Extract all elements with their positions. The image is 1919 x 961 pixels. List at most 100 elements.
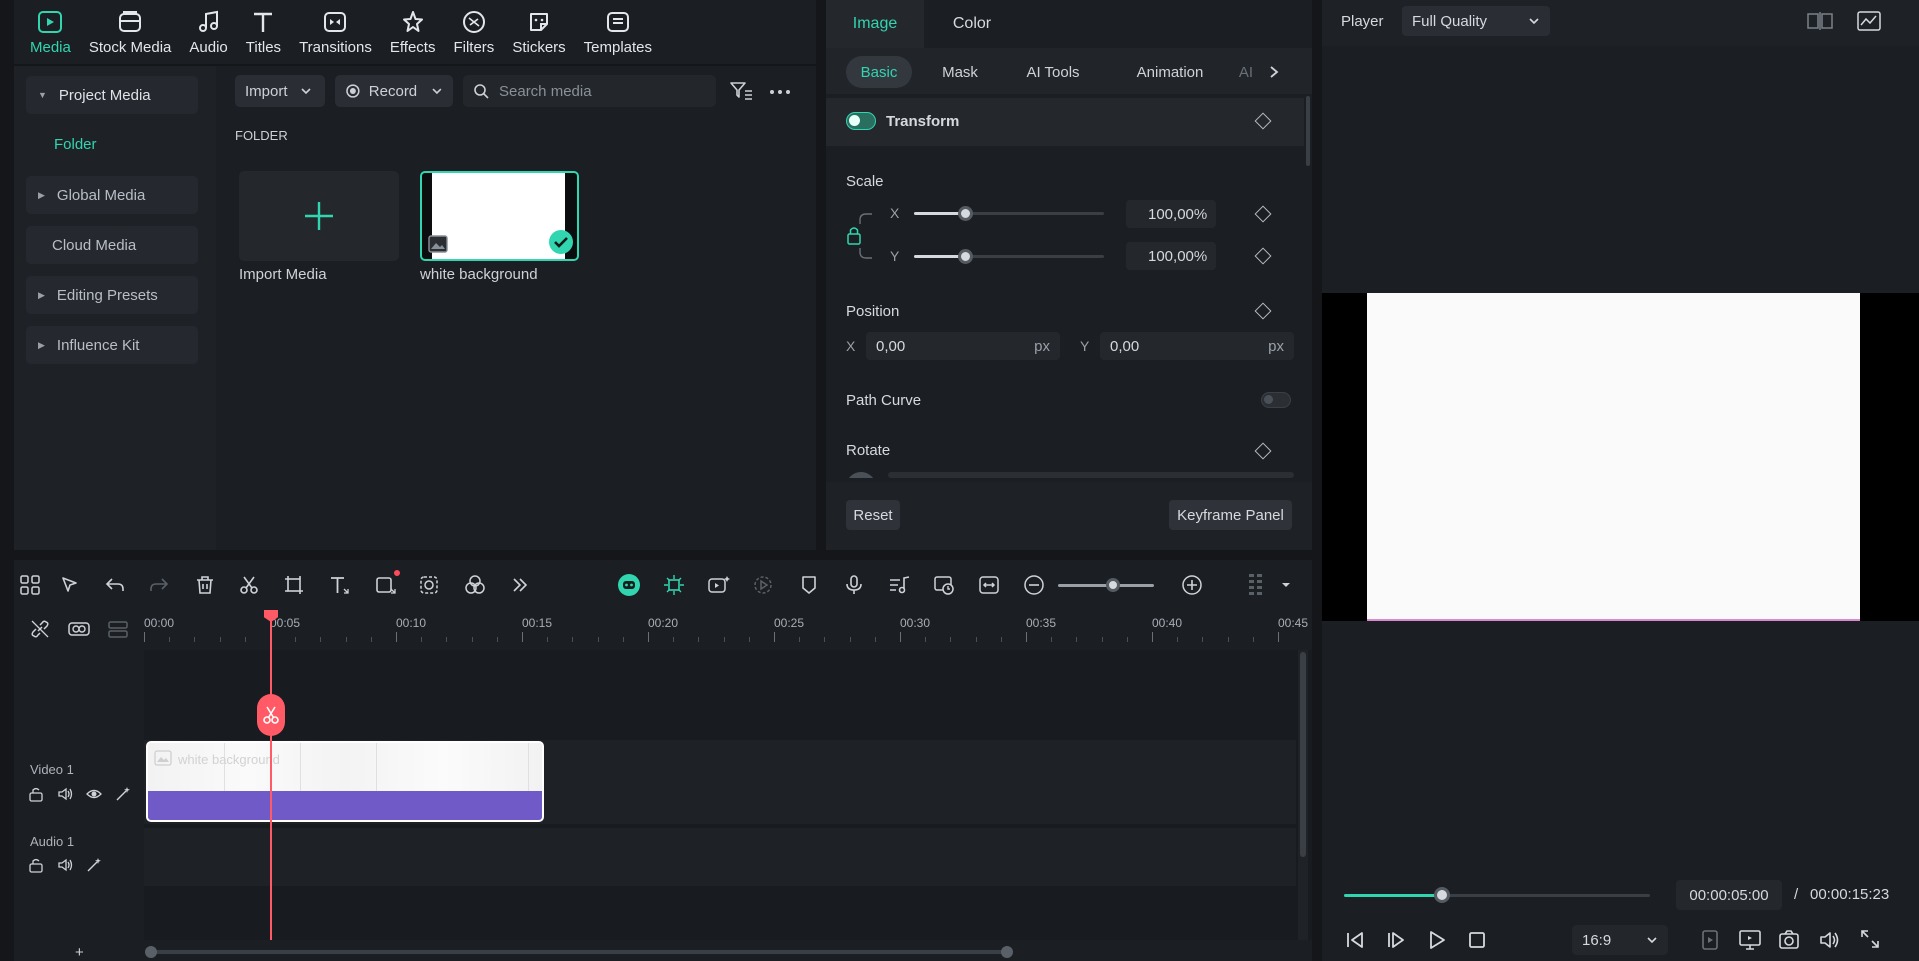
- sidebar-item-influence-kit[interactable]: ▶ Influence Kit: [26, 326, 198, 364]
- hscroll-right-handle[interactable]: [1001, 946, 1013, 958]
- delete-icon[interactable]: [192, 572, 218, 598]
- keyframe-diamond-icon[interactable]: [1254, 302, 1272, 320]
- redo-icon[interactable]: [146, 572, 172, 598]
- zoom-out-icon[interactable]: [1021, 572, 1047, 598]
- scale-x-field[interactable]: 100,00 %: [1126, 200, 1216, 228]
- text-tool-icon[interactable]: [326, 572, 352, 598]
- sidebar-item-global-media[interactable]: ▶ Global Media: [26, 176, 198, 214]
- toolbar-media[interactable]: Media: [14, 0, 80, 64]
- play-icon[interactable]: [1427, 930, 1447, 950]
- playhead-split-button[interactable]: [257, 694, 285, 736]
- split-scissors-icon[interactable]: [236, 572, 262, 598]
- toolbar-stock-media[interactable]: Stock Media: [80, 0, 181, 64]
- track-magic-icon[interactable]: [86, 857, 102, 873]
- track-volume-icon[interactable]: [57, 786, 73, 802]
- select-tool-icon[interactable]: [57, 572, 83, 598]
- microphone-icon[interactable]: [841, 572, 867, 598]
- subtab-animation[interactable]: Animation: [1110, 56, 1230, 88]
- display-icon[interactable]: [1738, 929, 1762, 951]
- audio-track-row[interactable]: [144, 828, 1296, 886]
- media-thumb-white-background[interactable]: [420, 171, 579, 261]
- track-lock-icon[interactable]: [28, 857, 44, 873]
- more-options-icon[interactable]: [768, 82, 792, 102]
- playback-speed-icon[interactable]: [750, 572, 776, 598]
- scale-x-slider[interactable]: [914, 206, 1104, 221]
- layout-grid-icon[interactable]: [17, 572, 43, 598]
- toolbar-transitions[interactable]: Transitions: [290, 0, 381, 64]
- slider-thumb[interactable]: [1106, 578, 1120, 592]
- toolbar-stickers[interactable]: Stickers: [503, 0, 574, 64]
- timeline-vscroll-thumb[interactable]: [1300, 652, 1306, 857]
- subtab-mask[interactable]: Mask: [926, 56, 994, 88]
- shape-tool-icon[interactable]: [372, 570, 400, 598]
- pip-icon[interactable]: [931, 572, 957, 598]
- panel-scrollbar[interactable]: [1306, 96, 1310, 166]
- add-track-button[interactable]: +: [75, 944, 84, 961]
- magnetic-snap-icon[interactable]: [661, 572, 687, 598]
- track-magic-icon[interactable]: [115, 786, 131, 802]
- tab-image[interactable]: Image: [826, 0, 924, 48]
- keyframe-panel-button[interactable]: Keyframe Panel: [1169, 500, 1292, 530]
- progress-thumb[interactable]: [1433, 887, 1450, 903]
- toolbar-templates[interactable]: Templates: [575, 0, 661, 64]
- tab-color[interactable]: Color: [924, 0, 1020, 48]
- toolbar-effects[interactable]: Effects: [381, 0, 445, 64]
- quality-dropdown[interactable]: Full Quality: [1402, 6, 1550, 36]
- volume-icon[interactable]: [1818, 929, 1840, 951]
- keyframe-diamond-icon[interactable]: [1254, 205, 1272, 223]
- sidebar-item-project-media[interactable]: ▼ Project Media: [26, 76, 198, 114]
- keyframe-diamond-icon[interactable]: [1254, 247, 1272, 265]
- more-tools-icon[interactable]: [507, 572, 533, 598]
- aspect-ratio-dropdown[interactable]: 16:9: [1572, 925, 1668, 955]
- audio-mix-icon[interactable]: [886, 572, 912, 598]
- compare-view-icon[interactable]: [1807, 11, 1833, 31]
- subtab-basic[interactable]: Basic: [846, 56, 912, 88]
- zoom-slider[interactable]: [1058, 578, 1154, 592]
- sidebar-item-editing-presets[interactable]: ▶ Editing Presets: [26, 276, 198, 314]
- ai-copilot-icon[interactable]: [616, 572, 642, 598]
- slider-thumb[interactable]: [958, 249, 973, 264]
- transform-toggle[interactable]: [846, 112, 876, 130]
- filter-icon[interactable]: [729, 80, 753, 102]
- track-volume-icon[interactable]: [57, 857, 73, 873]
- undo-icon[interactable]: [102, 572, 128, 598]
- reset-button[interactable]: Reset: [846, 500, 900, 530]
- timeline-hscroll-bar[interactable]: [145, 946, 1013, 958]
- slider-thumb[interactable]: [958, 206, 973, 221]
- record-button[interactable]: Record: [335, 75, 453, 107]
- lock-icon[interactable]: [846, 210, 876, 262]
- fit-timeline-icon[interactable]: [976, 572, 1002, 598]
- scale-y-slider[interactable]: [914, 249, 1104, 264]
- track-visibility-icon[interactable]: [86, 786, 102, 802]
- crop-icon[interactable]: [281, 572, 307, 598]
- timeline-vscroll-track[interactable]: [1298, 650, 1308, 940]
- timeline-clip-white-background[interactable]: white background: [146, 741, 544, 822]
- search-input[interactable]: [499, 82, 699, 100]
- fullscreen-icon[interactable]: [1860, 929, 1880, 949]
- color-tool-icon[interactable]: [462, 572, 488, 598]
- ai-mask-icon[interactable]: [416, 572, 442, 598]
- snapshot-icon[interactable]: [1778, 929, 1800, 951]
- keyframe-diamond-icon[interactable]: [1254, 442, 1272, 460]
- import-media-tile[interactable]: [239, 171, 399, 261]
- position-x-field[interactable]: 0,00 px: [866, 332, 1060, 360]
- rotate-control-partial[interactable]: [846, 470, 1294, 478]
- zoom-in-icon[interactable]: [1179, 572, 1205, 598]
- link-icon[interactable]: [29, 618, 51, 640]
- toolbar-titles[interactable]: Titles: [237, 0, 290, 64]
- video-preview[interactable]: [1367, 293, 1860, 621]
- toolbar-filters[interactable]: Filters: [444, 0, 503, 64]
- track-lock-icon[interactable]: [28, 786, 44, 802]
- playback-progress-bar[interactable]: [1344, 887, 1650, 903]
- scale-y-field[interactable]: 100,00 %: [1126, 242, 1216, 270]
- track-layout-icon[interactable]: [1243, 572, 1269, 598]
- render-preview-icon[interactable]: [1701, 929, 1719, 951]
- sidebar-item-folder[interactable]: Folder: [54, 136, 97, 153]
- track-manager-icon[interactable]: [107, 618, 129, 640]
- prev-frame-icon[interactable]: [1345, 930, 1365, 950]
- hscroll-left-handle[interactable]: [145, 946, 157, 958]
- auto-highlight-icon[interactable]: [706, 572, 732, 598]
- group-clips-icon[interactable]: [67, 618, 91, 640]
- stop-icon[interactable]: [1467, 930, 1487, 950]
- caret-down-icon[interactable]: [1273, 572, 1299, 598]
